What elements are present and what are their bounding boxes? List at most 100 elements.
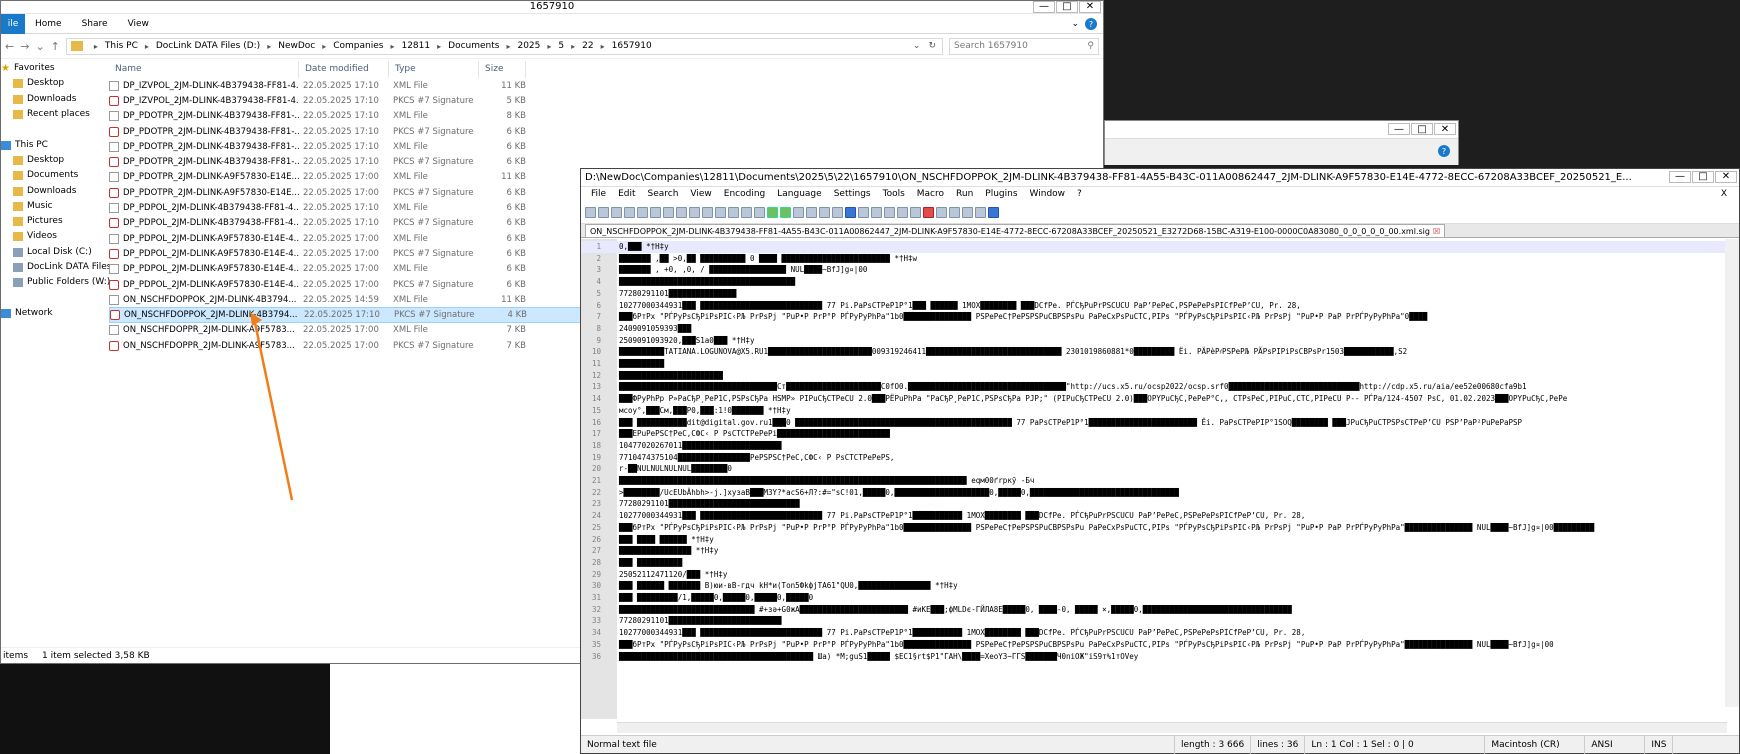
menu-tools[interactable]: Tools: [877, 187, 911, 202]
menu-settings[interactable]: Settings: [828, 187, 877, 202]
column-name[interactable]: Name: [109, 61, 299, 78]
sync-horizontal-icon[interactable]: [806, 207, 817, 218]
save-macro-icon[interactable]: [975, 207, 986, 218]
file-row[interactable]: DP_PDOTPR_2JM-DLINK-4B379438-FF81-... 22.…: [109, 109, 1099, 124]
menu-language[interactable]: Language: [771, 187, 827, 202]
close-file-icon[interactable]: [637, 207, 648, 218]
find-icon[interactable]: [741, 207, 752, 218]
encoding[interactable]: ANSI: [1585, 735, 1646, 754]
document-tab[interactable]: ON_NSCHFDOPPOK_2JM-DLINK-4B379438-FF81-4…: [585, 224, 1446, 237]
folder-as-workspace-icon[interactable]: [897, 207, 908, 218]
show-all-chars-icon[interactable]: [832, 207, 843, 218]
editor-line[interactable]: 35 ███бPтPх "PЃPуPsCђPiPsPIC‹PЉ PrPsPј "P…: [581, 639, 1726, 651]
record-macro-icon[interactable]: [923, 207, 934, 218]
editor-line[interactable]: 20 r-██NULNULNULNUL████████0: [581, 463, 1726, 475]
editor-line[interactable]: 10 ██████████TATIANA.LOGUNOVA@X5.RU1█████…: [581, 346, 1726, 358]
search-input[interactable]: Search 1657910 ⚲: [949, 37, 1099, 55]
forward-icon[interactable]: →: [20, 40, 29, 53]
editor-line[interactable]: 36 ██████████████████████████████████████…: [581, 651, 1726, 663]
ribbon-tab-share[interactable]: Share: [72, 14, 118, 34]
menu-edit[interactable]: Edit: [612, 187, 641, 202]
explorer-titlebar[interactable]: 1657910 — □ ✕: [1, 1, 1103, 14]
menu-search[interactable]: Search: [642, 187, 685, 202]
minimize-button[interactable]: —: [1388, 123, 1410, 135]
breadcrumb-documents[interactable]: Documents: [448, 41, 499, 51]
editor-line[interactable]: 13 ███████████████████████████████████Cт█…: [581, 381, 1726, 393]
help-icon[interactable]: ?: [1438, 145, 1450, 157]
editor-line[interactable]: 6 10277000344931███ █████████████████████…: [581, 300, 1726, 312]
file-row[interactable]: DP_PDOTPR_2JM-DLINK-4B379438-FF81-... 22.…: [109, 139, 1099, 154]
breadcrumb-1657910[interactable]: 1657910: [612, 41, 652, 51]
udl-icon[interactable]: [858, 207, 869, 218]
play-macro-icon[interactable]: [949, 207, 960, 218]
zoom-in-icon[interactable]: [767, 207, 778, 218]
eol-format[interactable]: Macintosh (CR): [1485, 735, 1586, 754]
editor-line[interactable]: 8 2409091059393███: [581, 323, 1726, 335]
editor-line[interactable]: 1 0,███ *†H‡y: [581, 241, 1726, 253]
editor-line[interactable]: 34 10277000344931███ ████████████████████…: [581, 627, 1726, 639]
menu-run[interactable]: Run: [950, 187, 979, 202]
paste-icon[interactable]: [702, 207, 713, 218]
zoom-out-icon[interactable]: [780, 207, 791, 218]
breadcrumb-newdoc[interactable]: NewDoc: [278, 41, 315, 51]
column-date-modified[interactable]: Date modified: [299, 61, 389, 78]
sidebar-item[interactable]: Public Folders (W:): [1, 275, 110, 290]
breadcrumb-22[interactable]: 22: [582, 41, 593, 51]
background-explorer-window[interactable]: — □ ✕ ?: [1104, 120, 1459, 165]
editor-line[interactable]: 21 ██████████████████████████████████████…: [581, 475, 1726, 487]
sidebar-item[interactable]: This PC: [1, 137, 105, 152]
save-all-icon[interactable]: [624, 207, 635, 218]
minimize-button[interactable]: —: [1669, 171, 1691, 183]
address-bar[interactable]: ▸ This PC ▸ DocLink DATA Files (D:) ▸ NewD…: [65, 37, 943, 55]
sidebar-item[interactable]: DocLink DATA Files: [1, 260, 111, 275]
copy-icon[interactable]: [689, 207, 700, 218]
breadcrumb-drive[interactable]: DocLink DATA Files (D:): [156, 41, 260, 51]
sidebar-item[interactable]: Desktop: [1, 153, 105, 168]
print-icon[interactable]: [663, 207, 674, 218]
horizontal-scrollbar[interactable]: [617, 722, 1727, 733]
close-document-icon[interactable]: X: [1715, 187, 1733, 202]
sidebar-item[interactable]: Local Disk (C:): [1, 245, 105, 260]
sidebar-item[interactable]: ★ Favorites: [1, 61, 105, 76]
sync-vertical-icon[interactable]: [793, 207, 804, 218]
menu-macro[interactable]: Macro: [911, 187, 950, 202]
editor-line[interactable]: 18 10477020267011██████████████████████: [581, 440, 1726, 452]
sidebar-item[interactable]: Downloads: [1, 92, 105, 107]
editor-line[interactable]: 17 ███ЕPuPePЅC†PeC,CФC‹ P PsCTCTPePePi███…: [581, 428, 1726, 440]
editor-line[interactable]: 14 ███ФPуPhPр P»PaCђP¸PeP1C,PSPsCђPa HSMP…: [581, 393, 1726, 405]
editor-line[interactable]: 24 10277000344931███ ████████████████████…: [581, 510, 1726, 522]
editor-line[interactable]: 26 ███ ████ ██████ *†H‡y: [581, 534, 1726, 546]
sidebar-item[interactable]: Desktop: [1, 76, 105, 91]
close-button[interactable]: ✕: [1434, 123, 1456, 135]
close-all-icon[interactable]: [650, 207, 661, 218]
menu-window[interactable]: Window: [1024, 187, 1072, 202]
editor-line[interactable]: 15 мсоy°,███Cм,███P0,███:1!0███████ *†H‡y: [581, 405, 1726, 417]
back-icon[interactable]: ←: [5, 40, 14, 53]
editor-line[interactable]: 23 77280291101███████████████████████████…: [581, 498, 1726, 510]
editor-line[interactable]: 3 ███████ , +0, ,0, / █████████████████ N…: [581, 264, 1726, 276]
editor-line[interactable]: 31 ███ █████████/1,█████0,█████0,█████0,█…: [581, 592, 1726, 604]
address-dropdown-icon[interactable]: ⌄: [913, 41, 921, 51]
sidebar-item[interactable]: Documents: [1, 168, 105, 183]
expand-ribbon-icon[interactable]: ⌄: [1071, 19, 1079, 29]
ribbon-tab-view[interactable]: View: [118, 14, 159, 34]
breadcrumb-12811[interactable]: 12811: [401, 41, 430, 51]
sidebar-item[interactable]: Recent places: [1, 107, 105, 122]
background-titlebar[interactable]: — □ ✕: [1105, 121, 1458, 139]
menu-file[interactable]: File: [585, 187, 612, 202]
file-row[interactable]: DP_PDOTPR_2JM-DLINK-4B379438-FF81-... 22.…: [109, 124, 1099, 139]
menu-help[interactable]: ?: [1071, 187, 1088, 202]
sidebar-item[interactable]: Network: [1, 306, 105, 321]
menu-view[interactable]: View: [684, 187, 717, 202]
editor-line[interactable]: 25 ███бPтPх "PЃPуPsCђPiPsPIC‹PЉ PrPsPј "P…: [581, 522, 1726, 534]
indent-guide-icon[interactable]: [845, 207, 856, 218]
close-button[interactable]: ✕: [1715, 171, 1737, 183]
editor-line[interactable]: 11 ██████████: [581, 358, 1726, 370]
close-button[interactable]: ✕: [1079, 1, 1101, 13]
open-file-icon[interactable]: [598, 207, 609, 218]
sidebar-item[interactable]: Videos: [1, 229, 105, 244]
editor-line[interactable]: 30 ███ ██████ ███████ B)юи-вB-гдч kH*и(To…: [581, 580, 1726, 592]
editor-line[interactable]: 12 ███████████████████████: [581, 370, 1726, 382]
maximize-button[interactable]: □: [1411, 123, 1433, 135]
spellcheck-icon[interactable]: [988, 207, 999, 218]
